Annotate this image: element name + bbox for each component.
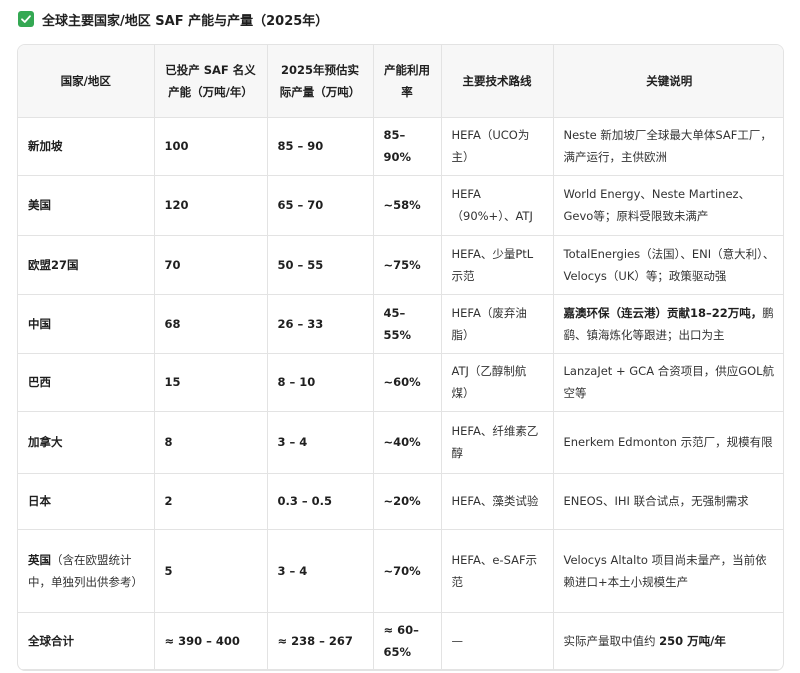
table-header-row: 国家/地区 已投产 SAF 名义产能（万吨/年） 2025年预估实际产量（万吨）…	[18, 45, 783, 118]
cell-capacity: 120	[154, 175, 268, 236]
description-highlight: 嘉澳环保（连云港）贡献18–22万吨，	[563, 305, 763, 320]
cell-utilization: ~70%	[373, 529, 442, 613]
cell-tech: HEFA、藻类试验	[441, 473, 554, 530]
cell-capacity: 70	[154, 235, 268, 295]
cell-description: Enerkem Edmonton 示范厂，规模有限	[553, 411, 783, 474]
cell-capacity: 8	[154, 411, 268, 474]
header-output: 2025年预估实际产量（万吨）	[267, 45, 374, 118]
table-row: 美国 120 65 – 70 ~58% HEFA（90%+）、ATJ World…	[18, 175, 783, 236]
cell-utilization: 85–90%	[373, 117, 442, 176]
cell-tech: —	[441, 612, 554, 670]
cell-utilization: ~40%	[373, 411, 442, 474]
header-region: 国家/地区	[18, 45, 155, 118]
page-title: 全球主要国家/地区 SAF 产能与产量（2025年）	[42, 13, 329, 29]
table-row: 巴西 15 8 – 10 ~60% ATJ（乙醇制航煤） LanzaJet + …	[18, 353, 783, 412]
description-text: 实际产量取中值约	[563, 633, 660, 648]
checkbox-icon	[18, 11, 34, 27]
cell-utilization: ~20%	[373, 473, 442, 530]
table-row: 英国（含在欧盟统计中，单独列出供参考） 5 3 – 4 ~70% HEFA、e-…	[18, 529, 783, 613]
table-row: 欧盟27国 70 50 – 55 ~75% HEFA、少量PtL示范 Total…	[18, 235, 783, 295]
table-row: 日本 2 0.3 – 0.5 ~20% HEFA、藻类试验 ENEOS、IHI …	[18, 473, 783, 530]
cell-region: 日本	[18, 473, 155, 530]
header-utilization: 产能利用率	[373, 45, 442, 118]
cell-tech: HEFA（废弃油脂）	[441, 294, 554, 354]
cell-description: Velocys Altalto 项目尚未量产，当前依赖进口+本土小规模生产	[553, 529, 783, 613]
cell-utilization: 45–55%	[373, 294, 442, 354]
cell-output: 0.3 – 0.5	[267, 473, 374, 530]
cell-output: 26 – 33	[267, 294, 374, 354]
cell-utilization: ~75%	[373, 235, 442, 295]
cell-tech: HEFA、e-SAF示范	[441, 529, 554, 613]
cell-region: 全球合计	[18, 612, 155, 670]
cell-capacity: 100	[154, 117, 268, 176]
table-row: 中国 68 26 – 33 45–55% HEFA（废弃油脂） 嘉澳环保（连云港…	[18, 294, 783, 354]
cell-description: TotalEnergies（法国）、ENI（意大利）、Velocys（UK）等；…	[553, 235, 783, 295]
cell-utilization: ≈ 60–65%	[373, 612, 442, 670]
cell-utilization: ~58%	[373, 175, 442, 236]
region-name: 英国	[28, 552, 51, 567]
cell-capacity: ≈ 390 – 400	[154, 612, 268, 670]
header-capacity: 已投产 SAF 名义产能（万吨/年）	[154, 45, 268, 118]
table-row-total: 全球合计 ≈ 390 – 400 ≈ 238 – 267 ≈ 60–65% — …	[18, 612, 783, 670]
cell-tech: HEFA、少量PtL示范	[441, 235, 554, 295]
cell-tech: ATJ（乙醇制航煤）	[441, 353, 554, 412]
cell-region: 巴西	[18, 353, 155, 412]
cell-tech: HEFA、纤维素乙醇	[441, 411, 554, 474]
cell-region: 加拿大	[18, 411, 155, 474]
header-description: 关键说明	[553, 45, 783, 118]
cell-output: 65 – 70	[267, 175, 374, 236]
cell-output: 85 – 90	[267, 117, 374, 176]
cell-capacity: 2	[154, 473, 268, 530]
cell-tech: HEFA（90%+）、ATJ	[441, 175, 554, 236]
section-title: 全球主要国家/地区 SAF 产能与产量（2025年）	[18, 8, 328, 30]
cell-tech: HEFA（UCO为主）	[441, 117, 554, 176]
cell-description: World Energy、Neste Martinez、Gevo等；原料受限致未…	[553, 175, 783, 236]
saf-table-container: 国家/地区 已投产 SAF 名义产能（万吨/年） 2025年预估实际产量（万吨）…	[17, 44, 784, 671]
cell-output: 8 – 10	[267, 353, 374, 412]
cell-region: 中国	[18, 294, 155, 354]
cell-region: 新加坡	[18, 117, 155, 176]
cell-region: 美国	[18, 175, 155, 236]
cell-output: 50 – 55	[267, 235, 374, 295]
cell-output: 3 – 4	[267, 529, 374, 613]
cell-description: 实际产量取中值约 250 万吨/年	[553, 612, 783, 670]
table-row: 加拿大 8 3 – 4 ~40% HEFA、纤维素乙醇 Enerkem Edmo…	[18, 411, 783, 474]
table-row: 新加坡 100 85 – 90 85–90% HEFA（UCO为主） Neste…	[18, 117, 783, 176]
cell-capacity: 5	[154, 529, 268, 613]
cell-description: LanzaJet + GCA 合资项目，供应GOL航空等	[553, 353, 783, 412]
cell-output: ≈ 238 – 267	[267, 612, 374, 670]
cell-utilization: ~60%	[373, 353, 442, 412]
header-tech: 主要技术路线	[441, 45, 554, 118]
cell-description: Neste 新加坡厂全球最大单体SAF工厂，满产运行，主供欧洲	[553, 117, 783, 176]
cell-capacity: 15	[154, 353, 268, 412]
cell-region: 英国（含在欧盟统计中，单独列出供参考）	[18, 529, 155, 613]
saf-capacity-table: 国家/地区 已投产 SAF 名义产能（万吨/年） 2025年预估实际产量（万吨）…	[18, 45, 783, 670]
cell-description: 嘉澳环保（连云港）贡献18–22万吨，鹏鹞、镇海炼化等跟进；出口为主	[553, 294, 783, 354]
cell-region: 欧盟27国	[18, 235, 155, 295]
cell-output: 3 – 4	[267, 411, 374, 474]
description-highlight: 250 万吨/年	[659, 633, 726, 648]
cell-description: ENEOS、IHI 联合试点，无强制需求	[553, 473, 783, 530]
cell-capacity: 68	[154, 294, 268, 354]
